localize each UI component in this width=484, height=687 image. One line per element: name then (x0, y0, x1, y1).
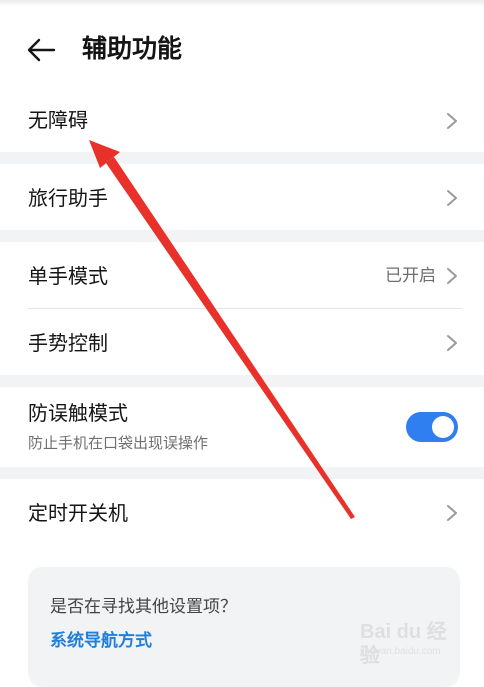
section-gap (0, 230, 484, 242)
chevron-right-icon (447, 268, 457, 284)
chevron-right-icon (447, 113, 457, 129)
chevron-right-icon (447, 335, 457, 351)
row-label: 手势控制 (28, 331, 108, 355)
chevron-right-icon (447, 505, 457, 521)
row-value: 已开启 (385, 266, 436, 286)
accidental-touch-toggle[interactable] (406, 412, 458, 442)
status-bar-edge (0, 0, 484, 6)
row-gesture-control[interactable]: 手势控制 (0, 309, 484, 375)
row-scheduled-power[interactable]: 定时开关机 (0, 479, 484, 547)
section-gap (0, 375, 484, 387)
row-accidental-touch: 防误触模式 防止手机在口袋出现误操作 (0, 387, 484, 467)
row-travel-assistant[interactable]: 旅行助手 (0, 164, 484, 230)
chevron-right-icon (447, 190, 457, 206)
baidu-jingyan-watermark: Bai du 经验 jingyan.baidu.com (360, 620, 464, 667)
row-sublabel: 防止手机在口袋出现误操作 (28, 434, 209, 452)
header: 辅助功能 (0, 20, 484, 78)
back-button[interactable] (22, 30, 62, 70)
row-label: 单手模式 (28, 264, 108, 288)
system-navigation-link[interactable]: 系统导航方式 (50, 629, 152, 653)
section-gap (0, 467, 484, 479)
row-one-hand-mode[interactable]: 单手模式 已开启 (0, 242, 484, 308)
row-label: 无障碍 (28, 108, 88, 132)
arrow-left-icon (27, 38, 56, 62)
row-accessibility[interactable]: 无障碍 (0, 90, 484, 152)
suggestion-question: 是否在寻找其他设置项？ (50, 597, 237, 617)
page-title: 辅助功能 (82, 34, 183, 63)
row-label: 旅行助手 (28, 186, 108, 210)
watermark-brand: Bai du 经验 (360, 621, 447, 667)
section-gap (0, 152, 484, 164)
watermark-url: jingyan.baidu.com (360, 646, 441, 657)
toggle-knob (432, 416, 454, 438)
row-label: 防误触模式 (28, 401, 128, 425)
row-label: 定时开关机 (28, 501, 128, 525)
